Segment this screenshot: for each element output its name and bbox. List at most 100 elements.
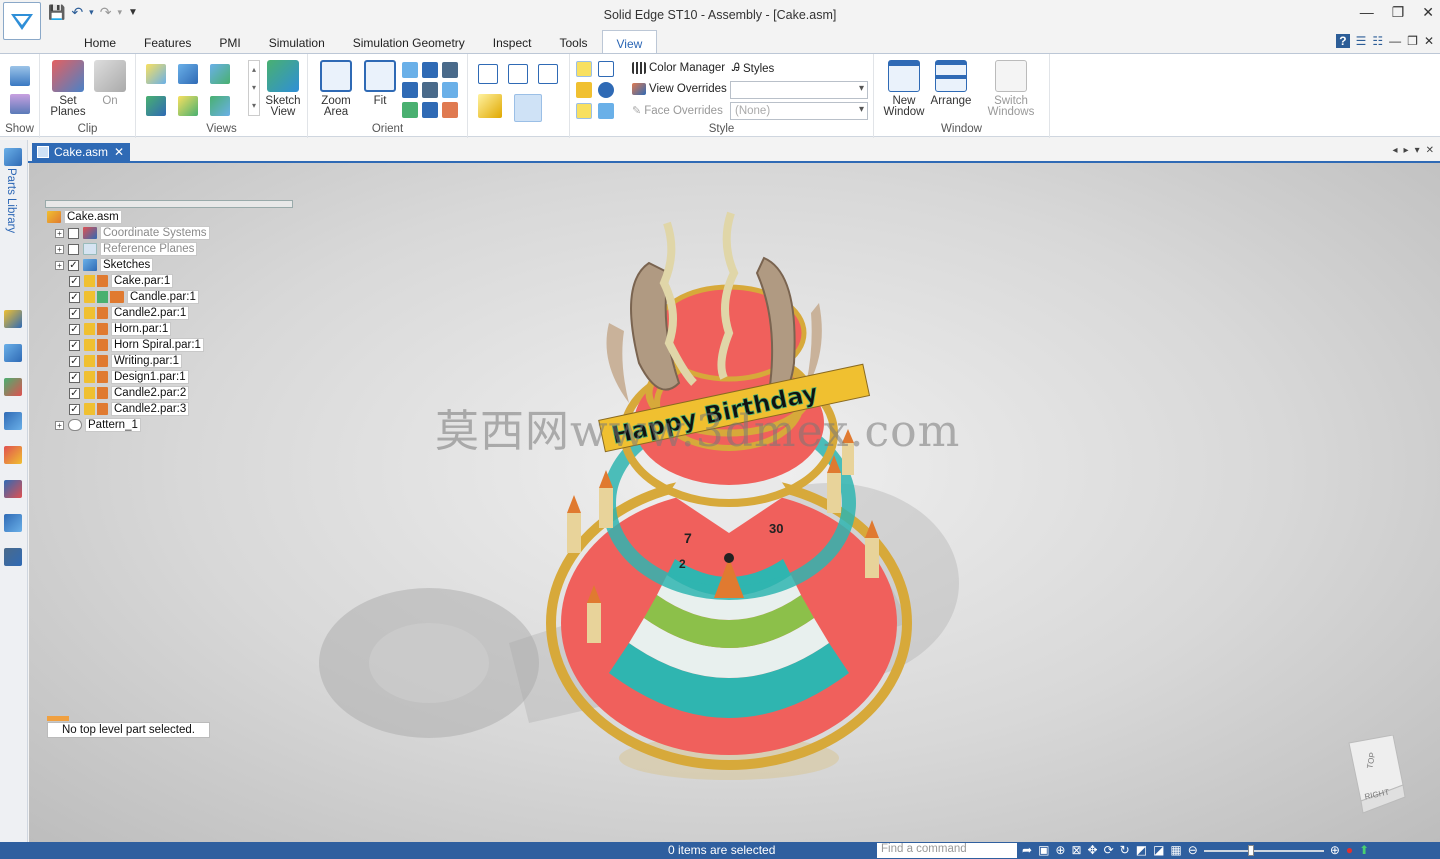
scroll-right-icon[interactable]: ▸ — [1404, 145, 1409, 156]
shading-icon[interactable] — [576, 61, 592, 77]
list-icon[interactable]: ☰ — [1356, 34, 1367, 48]
tab-simulation[interactable]: Simulation — [255, 30, 339, 54]
scroll-left-icon[interactable]: ◂ — [1393, 145, 1398, 156]
close-icon[interactable]: ✕ — [1422, 4, 1434, 21]
zoom-area-status-icon[interactable]: ▣ — [1038, 843, 1049, 857]
undo-icon[interactable]: ↶ — [71, 4, 83, 21]
shadow-icon[interactable] — [576, 82, 592, 98]
visibility-checkbox[interactable]: ✓ — [68, 259, 79, 271]
arrange-button[interactable]: Arrange — [928, 60, 974, 107]
zoom-in-icon[interactable]: ⊕ — [1330, 843, 1340, 857]
zoom-icon[interactable] — [402, 62, 418, 78]
visibility-checkbox[interactable] — [68, 243, 79, 255]
face-overrides-button[interactable]: ✎ Face Overrides — [632, 104, 723, 118]
previous-view-icon[interactable] — [442, 62, 458, 78]
refresh-icon[interactable] — [402, 102, 418, 118]
tab-pmi[interactable]: PMI — [205, 30, 254, 54]
show-icon[interactable] — [10, 66, 30, 86]
visibility-checkbox[interactable]: ✓ — [69, 275, 80, 287]
wireframe-box-icon[interactable] — [478, 64, 498, 84]
sketch-view-status-icon[interactable]: ◪ — [1153, 843, 1164, 857]
restore-icon[interactable]: ❐ — [1392, 4, 1405, 21]
visibility-checkbox[interactable]: ✓ — [69, 371, 80, 383]
pan-status-icon[interactable]: ✥ — [1088, 843, 1098, 857]
tree-item-part[interactable]: ✓ Candle.par:1 — [69, 290, 199, 304]
view-overrides-button[interactable]: View Overrides — [632, 83, 727, 95]
reflection-icon[interactable] — [598, 82, 614, 98]
shaded-icon[interactable] — [478, 94, 502, 118]
save-icon[interactable]: 💾 — [48, 4, 65, 21]
face-overrides-select[interactable]: (None) — [730, 102, 868, 120]
tree-item-part[interactable]: ✓ Horn Spiral.par:1 — [69, 338, 204, 352]
perspective-icon[interactable] — [598, 61, 614, 77]
tab-tools[interactable]: Tools — [546, 30, 602, 54]
styles-button[interactable]: Ꭿ Styles — [732, 62, 774, 75]
sharpen-icon[interactable] — [598, 103, 614, 119]
tree-item-part[interactable]: ✓ Candle2.par:1 — [69, 306, 190, 320]
configurations-icon[interactable] — [4, 480, 22, 498]
document-tab-cake[interactable]: Cake.asm ✕ — [32, 143, 131, 162]
fit-button[interactable]: Fit — [360, 60, 400, 107]
switch-windows-button[interactable]: Switch Windows — [978, 60, 1044, 118]
look-at-icon[interactable] — [422, 102, 438, 118]
expand-icon[interactable]: + — [55, 420, 64, 430]
tumble-icon[interactable] — [442, 82, 458, 98]
sensors-icon[interactable] — [4, 548, 22, 566]
assembly-pathfinder-icon[interactable] — [4, 310, 22, 328]
tree-item-part[interactable]: ✓ Writing.par:1 — [69, 354, 182, 368]
new-window-button[interactable]: New Window — [878, 60, 930, 118]
graphics-viewport[interactable]: Cake.asm + Coordinate Systems + Referenc… — [29, 163, 1440, 842]
pathfinder-grip[interactable] — [45, 200, 293, 208]
parts-library-icon[interactable] — [4, 148, 22, 166]
zoom-slider-thumb[interactable] — [1247, 845, 1254, 856]
visibility-checkbox[interactable]: ✓ — [69, 339, 80, 351]
view-trimetric-icon[interactable] — [210, 64, 230, 84]
tree-item-part[interactable]: ✓ Candle2.par:3 — [69, 402, 190, 416]
application-button[interactable] — [3, 2, 41, 40]
tree-item-part[interactable]: ✓ Cake.par:1 — [69, 274, 174, 288]
view-top-icon[interactable] — [178, 96, 198, 116]
doc-minimize-icon[interactable]: — — [1389, 34, 1401, 48]
view-iso-icon[interactable] — [146, 64, 166, 84]
tab-view[interactable]: View — [601, 30, 658, 54]
help-pane-icon[interactable] — [4, 412, 22, 430]
appearance-icon[interactable] — [4, 446, 22, 464]
rotate-icon[interactable] — [402, 82, 418, 98]
visibility-checkbox[interactable]: ✓ — [69, 403, 80, 415]
floor-icon[interactable] — [576, 103, 592, 119]
doc-restore-icon[interactable]: ❐ — [1407, 34, 1418, 48]
undo-dropdown-icon[interactable]: ▾ — [89, 7, 94, 18]
tree-item-part[interactable]: ✓ Horn.par:1 — [69, 322, 172, 336]
upload-icon[interactable]: ⬆ — [1359, 843, 1369, 857]
views-gallery-scroll[interactable]: ▴ ▾ ▾ — [248, 60, 260, 116]
tab-list-icon[interactable]: ▾ — [1415, 145, 1420, 156]
close-document-icon[interactable]: ✕ — [114, 145, 124, 159]
minimize-icon[interactable]: — — [1360, 4, 1374, 21]
tree-item-sketches[interactable]: + ✓ Sketches — [55, 258, 154, 272]
close-all-icon[interactable]: ✕ — [1426, 145, 1434, 156]
view-front-icon[interactable] — [146, 96, 166, 116]
tab-features[interactable]: Features — [130, 30, 205, 54]
view-right-icon[interactable] — [210, 96, 230, 116]
view-cube[interactable]: TOP RIGHT — [1343, 735, 1409, 815]
visible-edges-box-icon[interactable] — [538, 64, 558, 84]
visibility-checkbox[interactable] — [68, 227, 79, 239]
view-style-status-icon[interactable]: ◩ — [1136, 843, 1147, 857]
tab-simulation-geometry[interactable]: Simulation Geometry — [339, 30, 479, 54]
fit-status-icon[interactable]: ⊠ — [1071, 843, 1081, 857]
visibility-checkbox[interactable]: ✓ — [69, 355, 80, 367]
zoom-slider[interactable] — [1203, 845, 1324, 856]
layout-icon[interactable]: ☷ — [1372, 34, 1383, 48]
redo-icon[interactable]: ↷ — [100, 4, 112, 21]
tab-home[interactable]: Home — [70, 30, 130, 54]
tree-item-part[interactable]: ✓ Candle2.par:2 — [69, 386, 190, 400]
parts-library-tab[interactable]: Parts Library — [5, 168, 17, 233]
hidden-edges-box-icon[interactable] — [508, 64, 528, 84]
tab-inspect[interactable]: Inspect — [479, 30, 546, 54]
set-planes-button[interactable]: Set Planes — [46, 60, 90, 118]
tree-item-pattern[interactable]: + Pattern_1 — [55, 418, 141, 432]
doc-close-icon[interactable]: ✕ — [1424, 34, 1434, 48]
view-overrides-select[interactable] — [730, 81, 868, 99]
zoom-out-icon[interactable]: ⊖ — [1188, 843, 1198, 857]
visibility-checkbox[interactable]: ✓ — [69, 307, 80, 319]
